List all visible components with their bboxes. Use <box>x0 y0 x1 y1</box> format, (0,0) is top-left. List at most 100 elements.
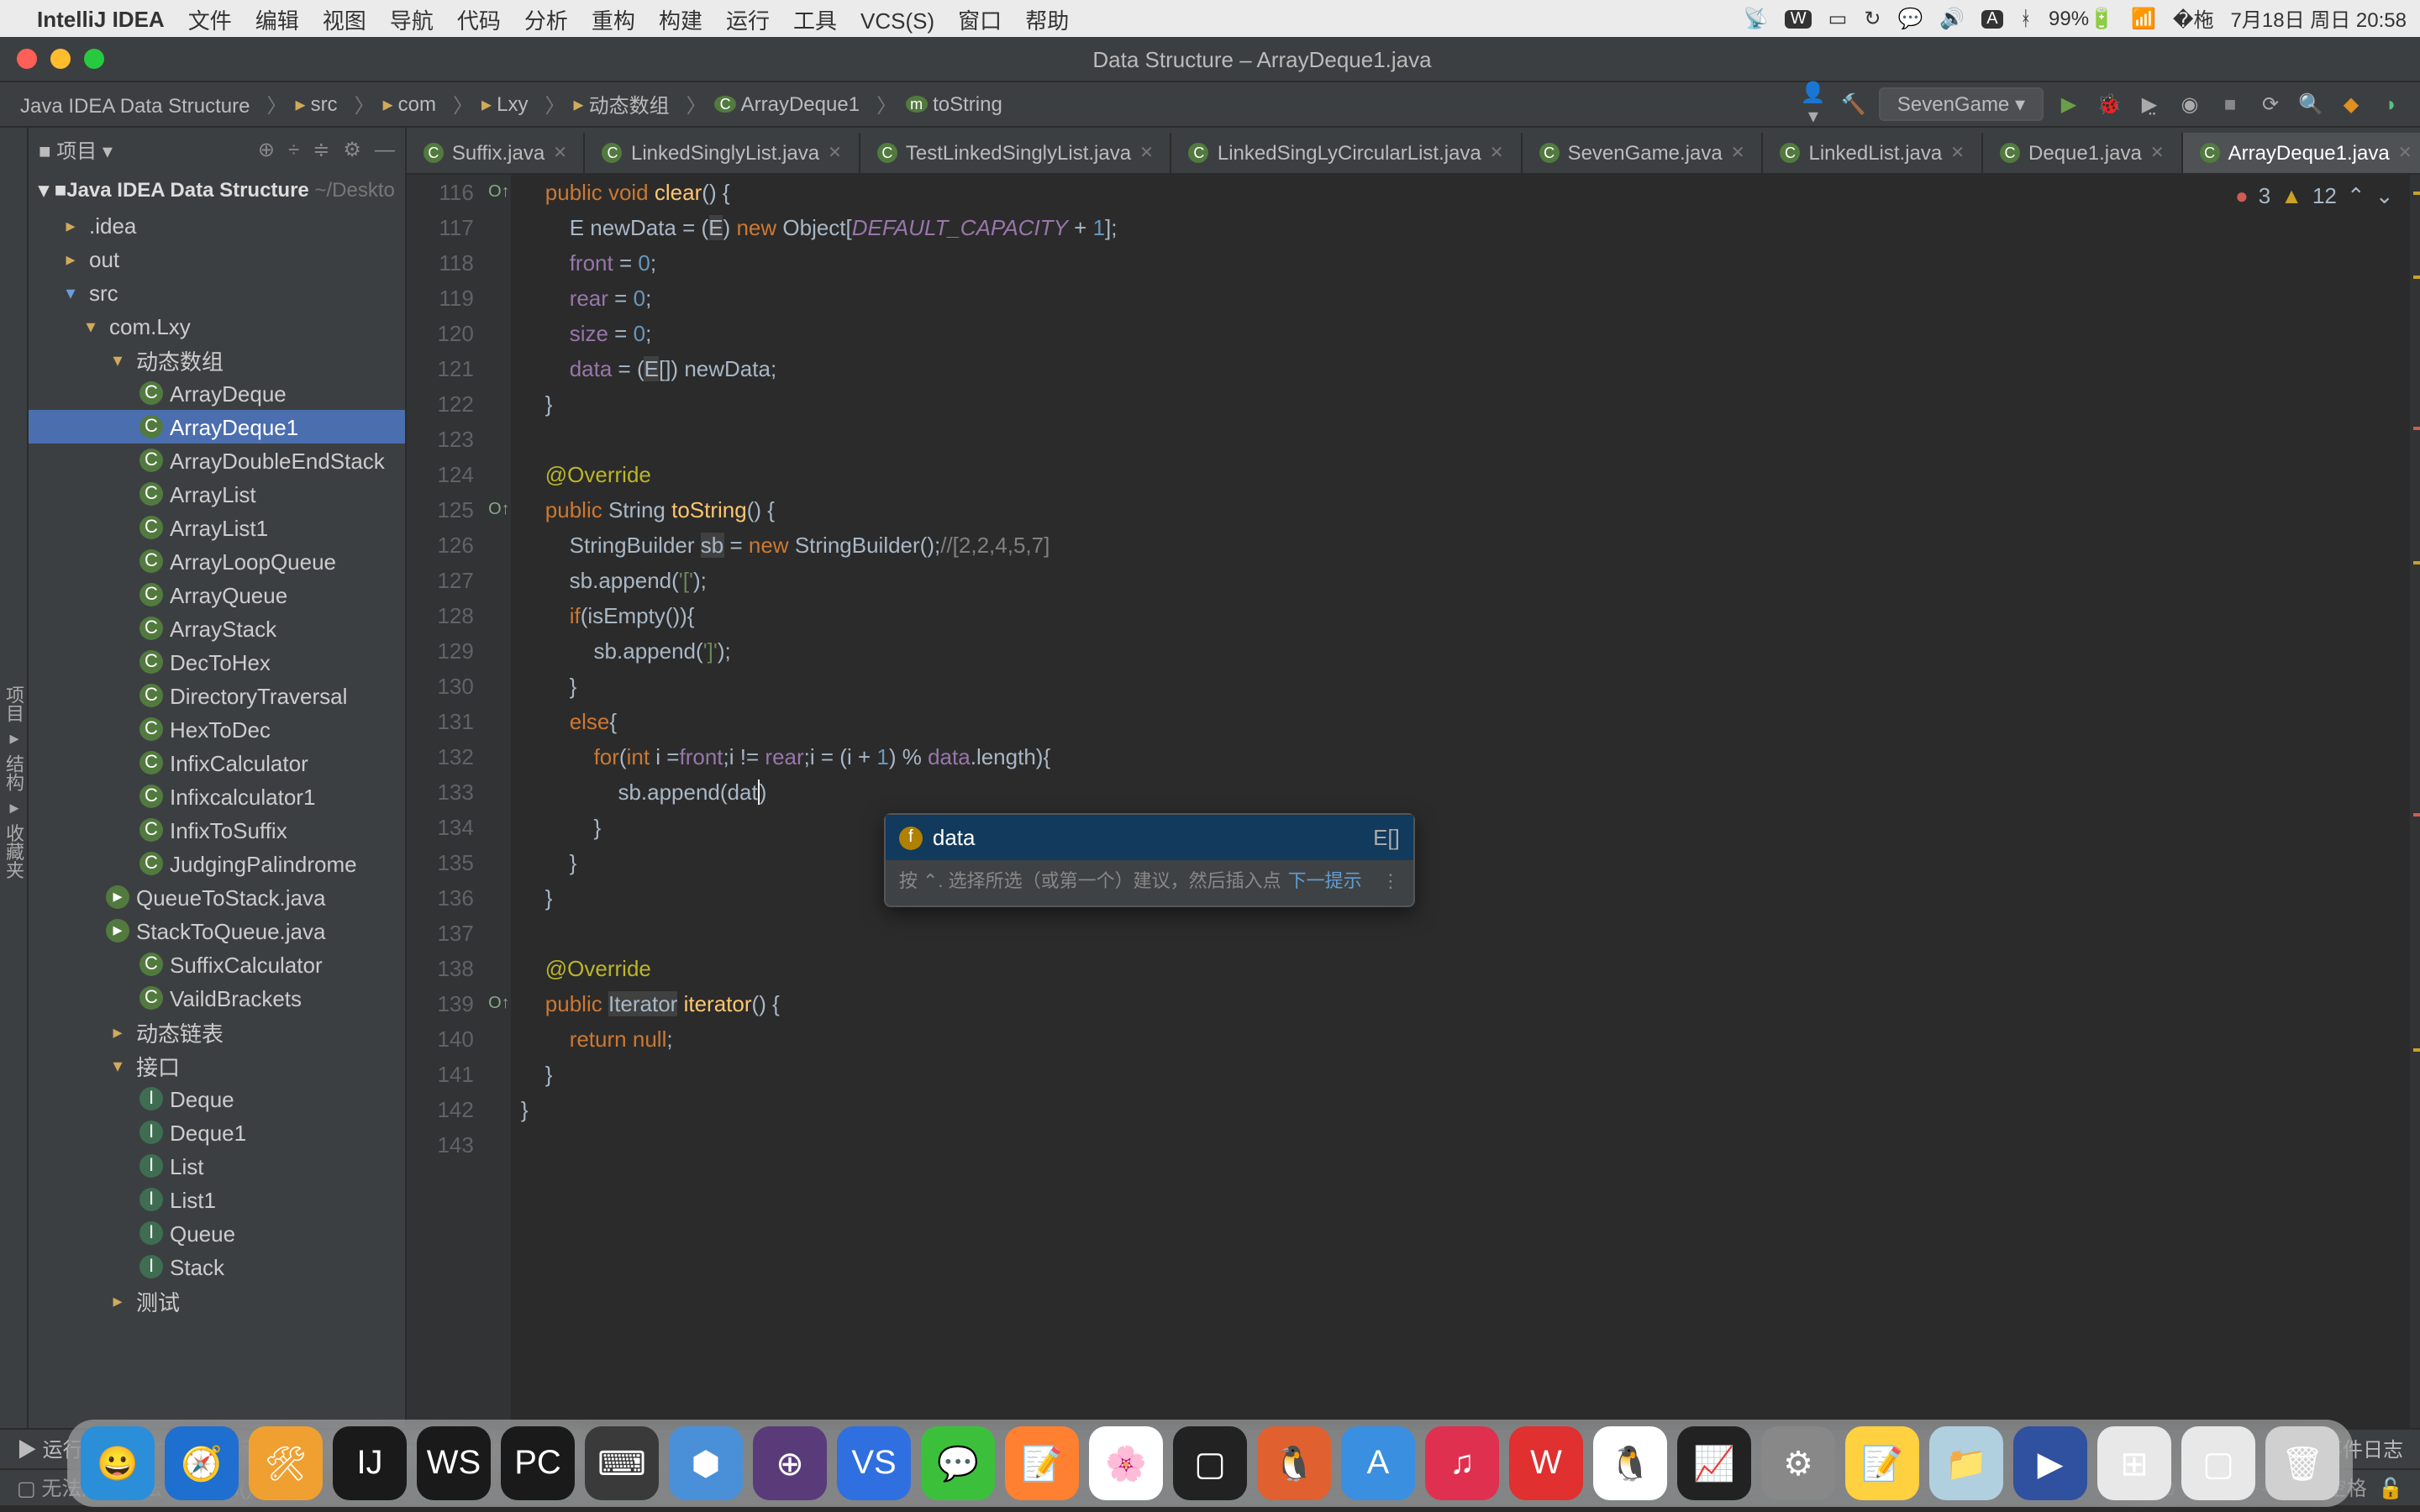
tree-node-src[interactable]: ▾ src <box>29 276 405 309</box>
breadcrumb-item[interactable]: 〉C ArrayDeque1 <box>676 90 866 118</box>
gutter-marker[interactable]: O↑ <box>487 492 511 528</box>
line-number[interactable]: 131 <box>407 704 474 739</box>
select-opened-icon[interactable]: ⊕ <box>258 138 275 161</box>
code-line[interactable]: } <box>521 880 2411 916</box>
tree-node-ArrayDeque1[interactable]: C ArrayDeque1 <box>29 410 405 444</box>
menu-帮助[interactable]: 帮助 <box>1025 8 1069 33</box>
project-panel-title[interactable]: ■ 项目 ▾ <box>39 135 113 164</box>
dock-app[interactable]: ⊕ <box>753 1426 827 1500</box>
line-number-gutter[interactable]: 1161171181191201211221231241251261271281… <box>407 175 487 1428</box>
code-content[interactable]: public void clear() { E newData = (E) ne… <box>511 175 2411 1428</box>
line-number[interactable]: 136 <box>407 880 474 916</box>
gutter-marker[interactable] <box>487 1127 511 1163</box>
battery-status[interactable]: 99% 🔋 <box>2049 7 2114 30</box>
dock-app[interactable]: ▢ <box>2181 1426 2255 1500</box>
code-line[interactable]: for(int i =front;i != rear;i = (i + 1) %… <box>521 739 2411 774</box>
gutter-marker[interactable] <box>487 351 511 386</box>
search-everywhere-icon[interactable]: 🔍 <box>2296 92 2326 116</box>
editor-tab-LinkedSinglyList.java[interactable]: C LinkedSinglyList.java ✕ <box>586 133 860 173</box>
input-icon[interactable]: A <box>1981 9 2002 28</box>
editor-tab-Deque1.java[interactable]: C Deque1.java ✕ <box>1983 133 2183 173</box>
dock-app[interactable]: ▶ <box>2013 1426 2087 1500</box>
tree-node-ArrayQueue[interactable]: C ArrayQueue <box>29 578 405 612</box>
dock-app[interactable]: 🐧 <box>1257 1426 1331 1500</box>
code-line[interactable] <box>521 422 2411 457</box>
code-line[interactable] <box>521 1127 2411 1163</box>
tree-node-Deque[interactable]: I Deque <box>29 1082 405 1116</box>
tree-node-Deque1[interactable]: I Deque1 <box>29 1116 405 1149</box>
tree-node-InfixCalculator[interactable]: C InfixCalculator <box>29 746 405 780</box>
line-number[interactable]: 127 <box>407 563 474 598</box>
tree-node-List[interactable]: I List <box>29 1149 405 1183</box>
line-number[interactable]: 140 <box>407 1021 474 1057</box>
tree-node-HexToDec[interactable]: C HexToDec <box>29 712 405 746</box>
code-line[interactable]: data = (E[]) newData; <box>521 351 2411 386</box>
line-number[interactable]: 138 <box>407 951 474 986</box>
run-config-dropdown[interactable]: SevenGame ▾ <box>1879 87 2044 121</box>
code-line[interactable]: } <box>521 845 2411 880</box>
clock[interactable]: 7月18日 周日 20:58 <box>2231 4 2407 33</box>
dock-app[interactable]: ⚙ <box>1761 1426 1835 1500</box>
gutter-icons[interactable]: O↑O↑O↑ <box>487 175 511 1428</box>
tree-node-VaildBrackets[interactable]: C VaildBrackets <box>29 981 405 1015</box>
close-tab-icon[interactable]: ✕ <box>2150 144 2165 162</box>
line-number[interactable]: 125 <box>407 492 474 528</box>
macos-dock[interactable]: 😀🧭🛠IJWSPC⌨⬢⊕VS💬📝🌸▢🐧A♫W🐧📈⚙📝📁▶⊞▢🗑 <box>67 1420 2353 1507</box>
inspection-down-icon[interactable]: ⌄ <box>2375 178 2394 213</box>
tree-node-ArrayList[interactable]: C ArrayList <box>29 477 405 511</box>
gutter-marker[interactable]: O↑ <box>487 175 511 210</box>
editor-tab-ArrayDeque1.java[interactable]: C ArrayDeque1.java ✕ <box>2183 133 2420 173</box>
line-number[interactable]: 128 <box>407 598 474 633</box>
breadcrumb-item[interactable]: 〉▸ Lxy <box>443 90 534 118</box>
tree-node-接口[interactable]: ▾ 接口 <box>29 1048 405 1082</box>
code-line[interactable]: @Override <box>521 457 2411 492</box>
code-line[interactable]: } <box>521 1092 2411 1127</box>
code-line[interactable]: E newData = (E) new Object[DEFAULT_CAPAC… <box>521 210 2411 245</box>
tree-node-ArrayStack[interactable]: C ArrayStack <box>29 612 405 645</box>
menu-视图[interactable]: 视图 <box>323 8 366 33</box>
tree-node-ArrayList1[interactable]: C ArrayList1 <box>29 511 405 544</box>
gutter-marker[interactable] <box>487 316 511 351</box>
dock-app[interactable]: 📝 <box>1845 1426 1919 1500</box>
line-number[interactable]: 122 <box>407 386 474 422</box>
tree-node-DecToHex[interactable]: C DecToHex <box>29 645 405 679</box>
tree-node-测试[interactable]: ▸ 测试 <box>29 1284 405 1317</box>
gutter-marker[interactable] <box>487 210 511 245</box>
breadcrumb-item[interactable]: 〉▸ 动态数组 <box>534 90 676 118</box>
tree-node-动态链表[interactable]: ▸ 动态链表 <box>29 1015 405 1048</box>
minimize-window-button[interactable] <box>50 49 71 69</box>
status-icon[interactable]: ▢ <box>17 1476 36 1499</box>
gutter-marker[interactable] <box>487 633 511 669</box>
expand-all-icon[interactable]: ÷ <box>288 138 299 161</box>
dock-app[interactable]: 💬 <box>921 1426 995 1500</box>
code-line[interactable]: } <box>521 386 2411 422</box>
tree-node-InfixToSuffix[interactable]: C InfixToSuffix <box>29 813 405 847</box>
line-number[interactable]: 139 <box>407 986 474 1021</box>
left-tool-strip[interactable]: 项目 ▸ 结构 ▸ 收藏夹 <box>0 128 29 1428</box>
tree-node-ArrayLoopQueue[interactable]: C ArrayLoopQueue <box>29 544 405 578</box>
run-button-icon[interactable]: ▶ <box>2054 92 2084 116</box>
dock-app[interactable]: 📈 <box>1677 1426 1751 1500</box>
code-line[interactable]: public void clear() { <box>521 175 2411 210</box>
code-line[interactable]: } <box>521 810 2411 845</box>
gutter-marker[interactable] <box>487 1057 511 1092</box>
tree-node-out[interactable]: ▸ out <box>29 242 405 276</box>
gutter-marker[interactable] <box>487 951 511 986</box>
line-number[interactable]: 130 <box>407 669 474 704</box>
tree-node-DirectoryTraversal[interactable]: C DirectoryTraversal <box>29 679 405 712</box>
gutter-marker[interactable] <box>487 245 511 281</box>
code-line[interactable]: if(isEmpty()){ <box>521 598 2411 633</box>
breadcrumb-item[interactable]: 〉▸ com <box>345 90 443 118</box>
editor-tab-LinkedList.java[interactable]: C LinkedList.java ✕ <box>1763 133 1983 173</box>
breadcrumb-item[interactable]: Java IDEA Data Structure <box>13 93 256 117</box>
breadcrumb-item[interactable]: 〉▸ src <box>256 90 344 118</box>
code-line[interactable]: public Iterator iterator() { <box>521 986 2411 1021</box>
gutter-marker[interactable] <box>487 457 511 492</box>
code-line[interactable]: @Override <box>521 951 2411 986</box>
code-line[interactable]: sb.append(']'); <box>521 633 2411 669</box>
build-hammer-icon[interactable]: 🔨 <box>1839 92 1869 116</box>
control-center-icon[interactable]: �柂 <box>2173 4 2214 33</box>
wifi-icon[interactable]: 📶 <box>2131 7 2156 30</box>
next-tip-link[interactable]: 下一提示 <box>1288 865 1362 900</box>
line-number[interactable]: 143 <box>407 1127 474 1163</box>
